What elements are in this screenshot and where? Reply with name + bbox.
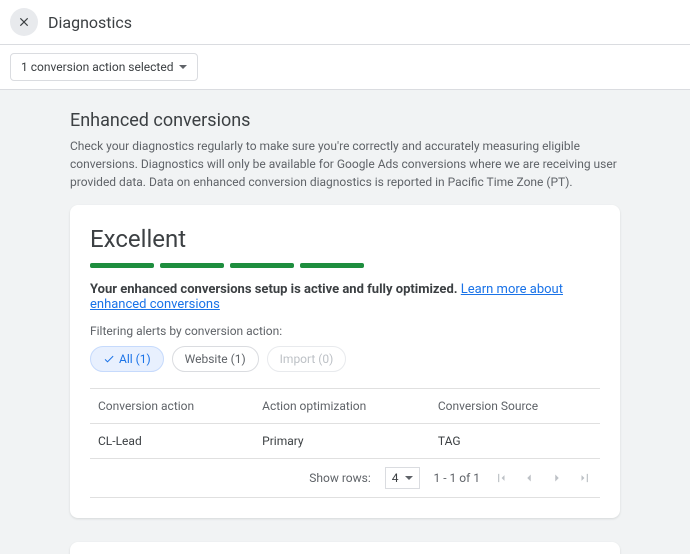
chevron-down-icon xyxy=(405,476,413,480)
conversion-action-select-label: 1 conversion action selected xyxy=(21,60,173,74)
conversion-action-select[interactable]: 1 conversion action selected xyxy=(10,53,198,81)
status-bar-1 xyxy=(90,263,154,268)
filter-chips: All (1) Website (1) Import (0) xyxy=(90,346,600,372)
page-range: 1 - 1 of 1 xyxy=(434,471,480,485)
table-row[interactable]: CL-Lead Primary TAG xyxy=(90,424,600,459)
status-bar-4 xyxy=(300,263,364,268)
close-icon xyxy=(17,15,31,29)
col-conversion-source: Conversion Source xyxy=(430,389,600,424)
chip-all[interactable]: All (1) xyxy=(90,346,164,372)
section-desc: Check your diagnostics regularly to make… xyxy=(70,137,620,191)
cell-action-optimization: Primary xyxy=(254,424,430,459)
status-bars xyxy=(90,263,600,268)
rows-value: 4 xyxy=(392,471,399,485)
chip-import-label: Import (0) xyxy=(280,352,334,366)
conversion-table: Conversion action Action optimization Co… xyxy=(90,388,600,458)
filter-label: Filtering alerts by conversion action: xyxy=(90,324,600,338)
cell-conversion-source: TAG xyxy=(430,424,600,459)
status-card: Excellent Your enhanced conversions setu… xyxy=(70,205,620,518)
rows-per-page-select[interactable]: 4 xyxy=(385,467,420,489)
status-bar-2 xyxy=(160,263,224,268)
content: Enhanced conversions Check your diagnost… xyxy=(0,90,690,554)
first-page-button[interactable] xyxy=(494,471,508,485)
page-title: Diagnostics xyxy=(48,13,132,32)
close-button[interactable] xyxy=(10,8,38,36)
chip-website[interactable]: Website (1) xyxy=(172,346,259,372)
pager xyxy=(494,471,592,485)
section-title: Enhanced conversions xyxy=(70,110,620,131)
chip-website-label: Website (1) xyxy=(185,352,246,366)
status-message: Your enhanced conversions setup is activ… xyxy=(90,282,600,312)
table-footer: Show rows: 4 1 - 1 of 1 xyxy=(90,458,600,498)
col-action-optimization: Action optimization xyxy=(254,389,430,424)
check-icon xyxy=(103,353,115,365)
status-message-bold: Your enhanced conversions setup is activ… xyxy=(90,282,458,297)
next-page-button[interactable] xyxy=(550,471,564,485)
status-title: Excellent xyxy=(90,225,600,253)
show-rows-label: Show rows: xyxy=(309,471,370,485)
coverage-card: Enhanced Conversions Coverage (website o… xyxy=(70,542,620,554)
last-page-button[interactable] xyxy=(578,471,592,485)
cell-conversion-action: CL-Lead xyxy=(90,424,254,459)
col-conversion-action: Conversion action xyxy=(90,389,254,424)
chevron-down-icon xyxy=(179,65,187,69)
header: Diagnostics xyxy=(0,0,690,45)
toolbar: 1 conversion action selected xyxy=(0,45,690,90)
chip-all-label: All (1) xyxy=(119,352,151,366)
table-header-row: Conversion action Action optimization Co… xyxy=(90,389,600,424)
prev-page-button[interactable] xyxy=(522,471,536,485)
status-bar-3 xyxy=(230,263,294,268)
chip-import: Import (0) xyxy=(267,346,347,372)
